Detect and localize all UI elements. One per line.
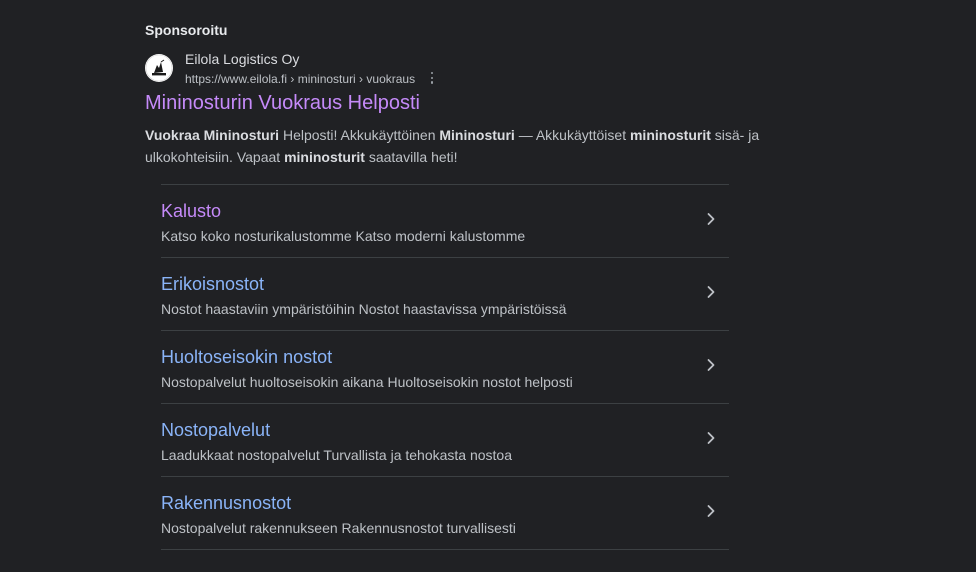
advertiser-name[interactable]: Eilola Logistics Oy xyxy=(185,51,299,67)
sitelink-title[interactable]: Huoltoseisokin nostot xyxy=(161,347,332,368)
ad-description: Vuokraa Mininosturi Helposti! Akkukäyttö… xyxy=(145,124,765,168)
desc-bold-3: Mininosturi xyxy=(439,127,515,143)
sitelink-erikoisnostot[interactable]: Erikoisnostot Nostot haastaviin ympärist… xyxy=(161,258,729,331)
display-url[interactable]: https://www.eilola.fi › mininosturi › vu… xyxy=(185,72,415,86)
sitelink-title[interactable]: Erikoisnostot xyxy=(161,274,264,295)
more-vert-icon[interactable] xyxy=(429,72,435,86)
chevron-right-icon[interactable] xyxy=(704,431,718,445)
desc-bold-1: Vuokraa Mininosturi xyxy=(145,127,280,143)
sitelink-nostopalvelut[interactable]: Nostopalvelut Laadukkaat nostopalvelut T… xyxy=(161,404,729,477)
chevron-right-icon[interactable] xyxy=(704,504,718,518)
sitelinks-list: Kalusto Katso koko nosturikalustomme Kat… xyxy=(161,184,729,550)
chevron-right-icon[interactable] xyxy=(704,358,718,372)
chevron-right-icon[interactable] xyxy=(704,212,718,226)
sponsored-label: Sponsoroitu xyxy=(145,22,228,38)
sitelink-title[interactable]: Rakennusnostot xyxy=(161,493,291,514)
sitelink-description: Nostot haastaviin ympäristöihin Nostot h… xyxy=(161,301,567,317)
eilola-logo-icon[interactable] xyxy=(145,54,173,82)
sitelink-description: Katso koko nosturikalustomme Katso moder… xyxy=(161,228,526,244)
desc-bold-7: mininosturit xyxy=(284,149,365,165)
chevron-right-icon[interactable] xyxy=(704,285,718,299)
desc-text-8: saatavilla heti! xyxy=(364,149,458,165)
sitelink-rakennusnostot[interactable]: Rakennusnostot Nostopalvelut rakennuksee… xyxy=(161,477,729,550)
sitelink-description: Nostopalvelut huoltoseisokin aikana Huol… xyxy=(161,374,573,390)
sitelink-description: Nostopalvelut rakennukseen Rakennusnosto… xyxy=(161,520,516,536)
desc-bold-5: mininosturit xyxy=(629,127,711,143)
ad-headline-link[interactable]: Mininosturin Vuokraus Helposti xyxy=(145,92,420,115)
desc-text-2: Helposti! Akkukäyttöinen xyxy=(279,127,440,143)
sitelink-description: Laadukkaat nostopalvelut Turvallista ja … xyxy=(161,447,513,463)
sitelink-huoltoseisokin-nostot[interactable]: Huoltoseisokin nostot Nostopalvelut huol… xyxy=(161,331,729,404)
desc-text-4: — Akkukäyttöiset xyxy=(514,127,630,143)
sitelink-kalusto[interactable]: Kalusto Katso koko nosturikalustomme Kat… xyxy=(161,185,729,258)
sitelink-title[interactable]: Kalusto xyxy=(161,201,221,222)
sitelink-title[interactable]: Nostopalvelut xyxy=(161,420,270,441)
